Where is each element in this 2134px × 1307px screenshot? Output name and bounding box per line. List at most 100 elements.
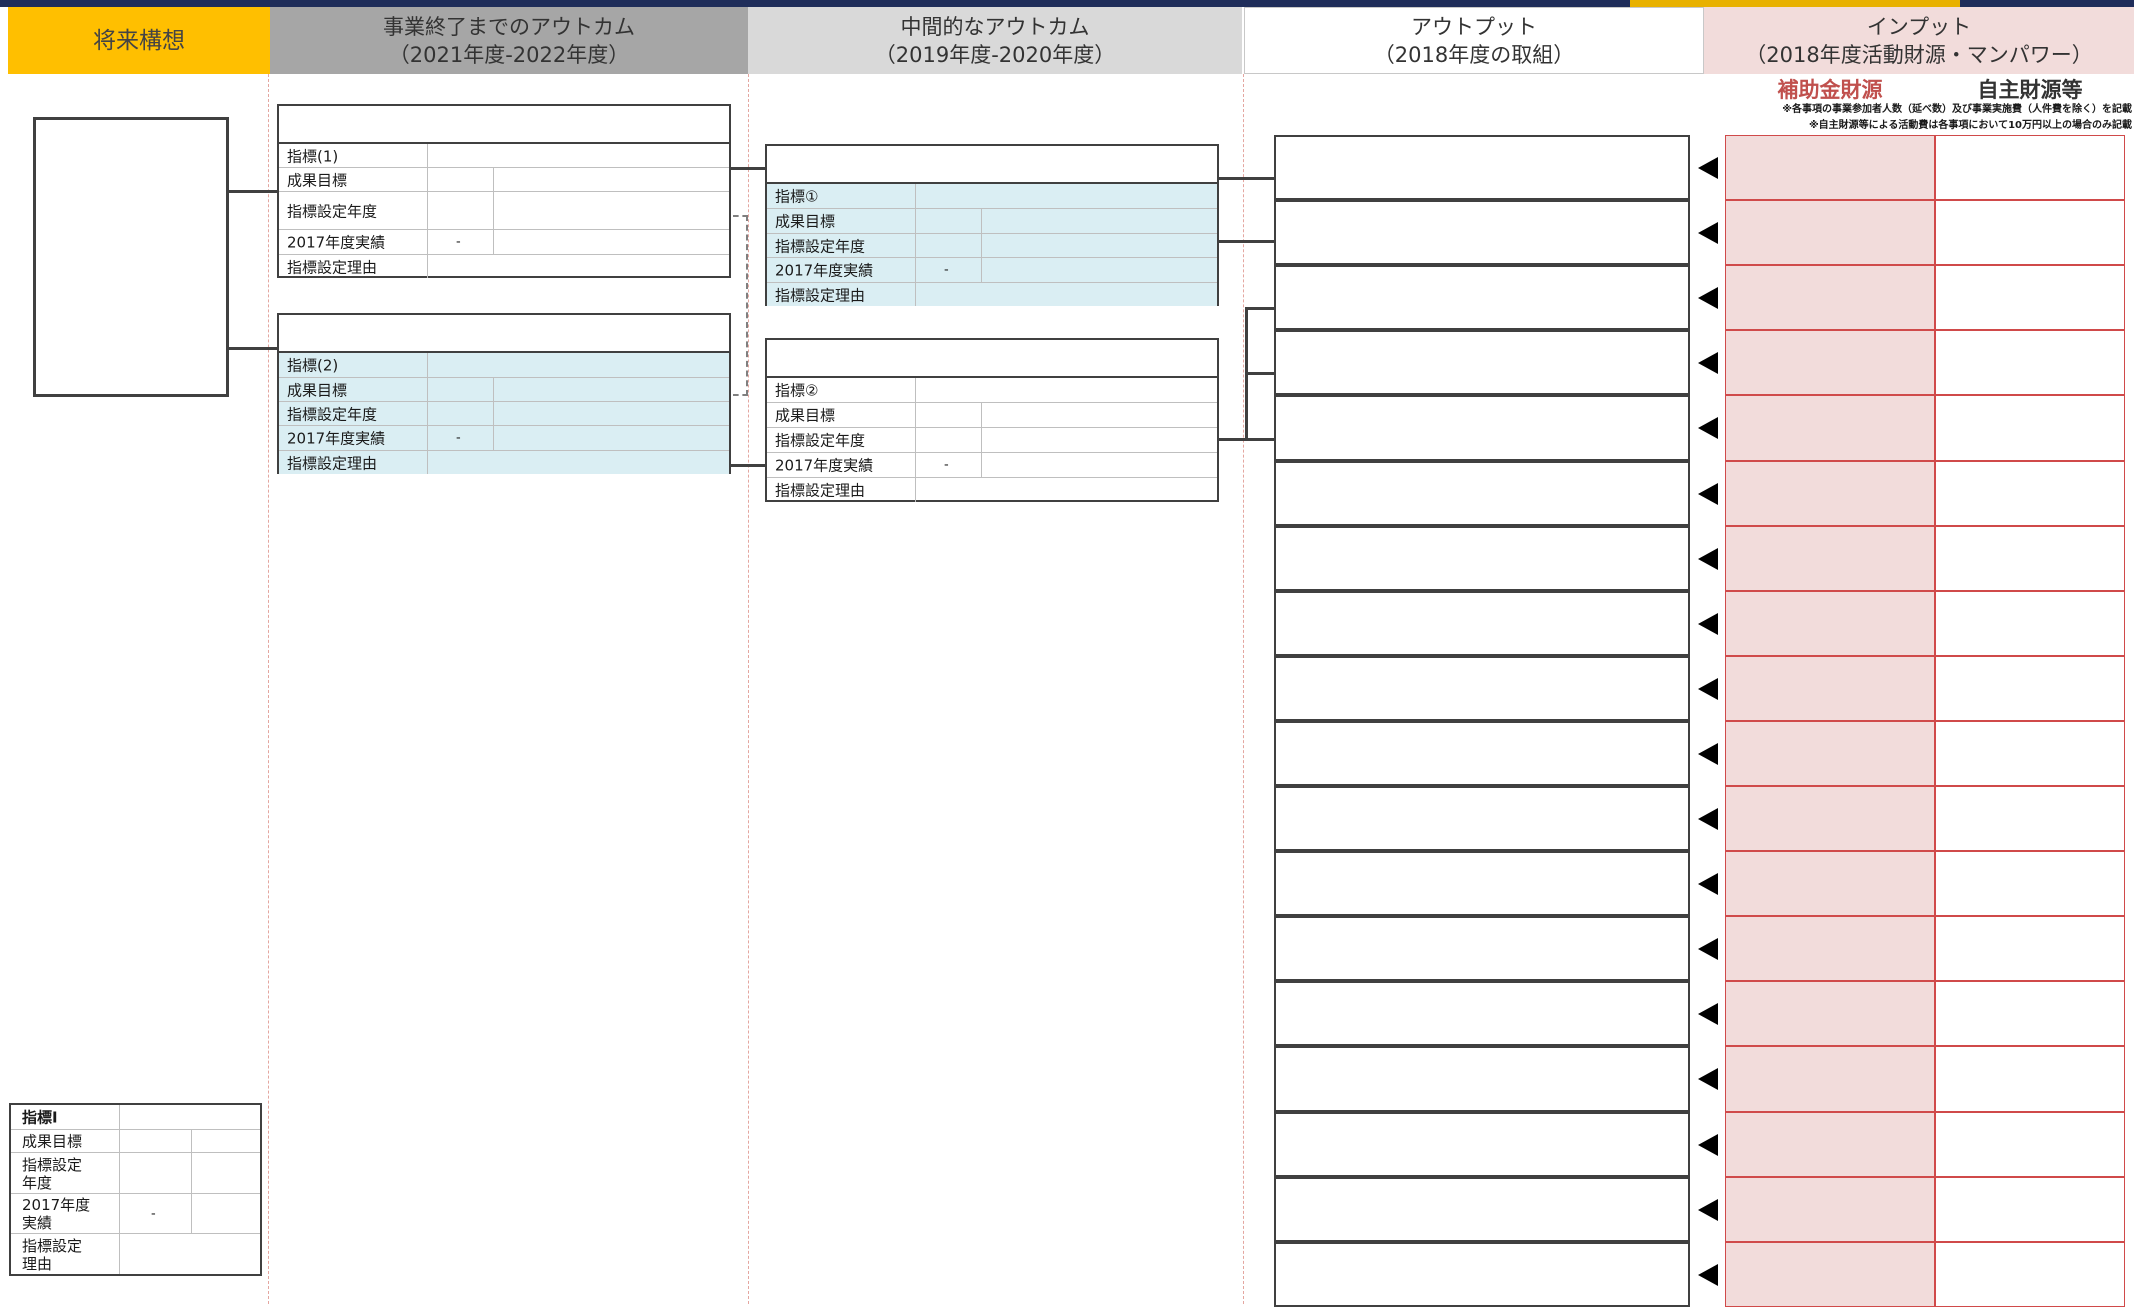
own-funds-input-cell[interactable] <box>1935 721 2125 786</box>
output-box[interactable] <box>1274 461 1690 526</box>
left-arrow-icon <box>1698 677 1718 700</box>
dashed-connector <box>733 215 748 396</box>
subsidy-input-cell[interactable] <box>1725 395 1935 461</box>
output-box[interactable] <box>1274 330 1690 395</box>
output-box[interactable] <box>1274 851 1690 916</box>
subsidy-input-cell[interactable] <box>1725 656 1935 721</box>
own-funds-input-cell[interactable] <box>1935 330 2125 395</box>
own-funds-input-cell[interactable] <box>1935 1242 2125 1307</box>
own-funds-input-cell[interactable] <box>1935 591 2125 656</box>
subsidy-input-cell[interactable] <box>1725 851 1935 916</box>
output-box[interactable] <box>1274 981 1690 1046</box>
subsidy-input-cell[interactable] <box>1725 916 1935 981</box>
indicator-label: 指標② <box>775 381 819 400</box>
reason-row: 指標設定理由 <box>279 254 729 278</box>
actual-value: - <box>456 430 461 446</box>
output-box[interactable] <box>1274 265 1690 330</box>
reason-label-line1: 指標設定 <box>22 1237 83 1255</box>
reason-row: 指標設定理由 <box>279 450 729 474</box>
subsidy-input-cell[interactable] <box>1725 330 1935 395</box>
own-funds-input-cell[interactable] <box>1935 1046 2125 1112</box>
year-label: 指標設定年度 <box>775 431 866 450</box>
own-funds-input-cell[interactable] <box>1935 916 2125 981</box>
output-box[interactable] <box>1274 395 1690 461</box>
mid-outcome-title-input[interactable] <box>767 146 1217 184</box>
left-arrow-icon <box>1698 807 1718 830</box>
left-arrow-icon <box>1698 1068 1718 1090</box>
left-arrow-icon <box>1698 547 1718 570</box>
vision-box[interactable] <box>33 117 229 397</box>
header-final-outcome-period: （2021年度-2022年度） <box>388 42 630 67</box>
subsidy-input-cell[interactable] <box>1725 591 1935 656</box>
cell-divider <box>981 453 982 477</box>
header-mid-outcome-title: 中間的なアウトカム <box>900 14 1090 39</box>
column-divider <box>748 74 749 1304</box>
own-funds-input-cell[interactable] <box>1935 786 2125 851</box>
year-row: 指標設定年度 <box>279 191 729 229</box>
mid-outcome-title-input[interactable] <box>767 340 1217 378</box>
subsidy-input-cell[interactable] <box>1725 786 1935 851</box>
header-vision: 将来構想 <box>8 7 270 74</box>
own-funds-input-cell[interactable] <box>1935 981 2125 1046</box>
connector-line <box>229 347 277 350</box>
output-box[interactable] <box>1274 1242 1690 1307</box>
subsidy-input-cell[interactable] <box>1725 981 1935 1046</box>
subsidy-input-cell[interactable] <box>1725 721 1935 786</box>
cell-divider <box>915 453 916 477</box>
output-box[interactable] <box>1274 786 1690 851</box>
own-funds-input-cell[interactable] <box>1935 135 2125 200</box>
subsidy-input-cell[interactable] <box>1725 1046 1935 1112</box>
subsidy-input-cell[interactable] <box>1725 1112 1935 1177</box>
output-box[interactable] <box>1274 526 1690 591</box>
output-box[interactable] <box>1274 591 1690 656</box>
output-box[interactable] <box>1274 1046 1690 1112</box>
output-box[interactable] <box>1274 721 1690 786</box>
final-outcome-title-input[interactable] <box>279 315 729 353</box>
output-box[interactable] <box>1274 1177 1690 1242</box>
subsidy-input-cell[interactable] <box>1725 1242 1935 1307</box>
subsidy-input-cell[interactable] <box>1725 200 1935 265</box>
cell-divider <box>981 428 982 452</box>
subsidy-input-cell[interactable] <box>1725 526 1935 591</box>
subsidy-input-cell[interactable] <box>1725 265 1935 330</box>
left-arrow-icon <box>1698 1002 1718 1025</box>
cell-divider <box>119 1194 120 1233</box>
cell-divider <box>191 1153 192 1193</box>
output-box[interactable] <box>1274 656 1690 721</box>
year-label: 指標設定年度 <box>775 237 866 255</box>
cell-divider <box>119 1105 120 1129</box>
output-box[interactable] <box>1274 916 1690 981</box>
header-output-period: （2018年度の取組） <box>1373 42 1575 67</box>
output-box[interactable] <box>1274 135 1690 200</box>
own-funds-input-cell[interactable] <box>1935 526 2125 591</box>
own-funds-input-cell[interactable] <box>1935 656 2125 721</box>
own-funds-input-cell[interactable] <box>1935 200 2125 265</box>
left-arrow-icon <box>1698 286 1718 309</box>
own-funds-input-cell[interactable] <box>1935 851 2125 916</box>
own-funds-input-cell[interactable] <box>1935 461 2125 526</box>
cell-divider <box>119 1234 120 1274</box>
output-box[interactable] <box>1274 1112 1690 1177</box>
left-arrow-icon <box>1698 417 1718 439</box>
cell-divider <box>981 258 982 282</box>
output-box[interactable] <box>1274 200 1690 265</box>
target-label: 成果目標 <box>22 1132 83 1151</box>
subsidy-input-cell[interactable] <box>1725 135 1935 200</box>
connector-line <box>731 464 765 467</box>
final-outcome-title-input[interactable] <box>279 106 729 144</box>
own-funds-input-cell[interactable] <box>1935 1177 2125 1242</box>
header-mid-outcome: 中間的なアウトカム （2019年度-2020年度） <box>748 7 1242 74</box>
connector-line <box>1245 372 1274 375</box>
subsidy-input-cell[interactable] <box>1725 461 1935 526</box>
left-arrow-icon <box>1698 872 1718 895</box>
own-funds-input-cell[interactable] <box>1935 1112 2125 1177</box>
vision-indicator-table: 指標Ⅰ 成果目標 指標設定 年度 2017年度 実績 - 指標設定 理由 <box>9 1103 262 1276</box>
own-funds-input-cell[interactable] <box>1935 265 2125 330</box>
actual-label: 2017年度 実績 <box>22 1196 90 1232</box>
cell-divider <box>427 192 428 229</box>
own-funds-input-cell[interactable] <box>1935 395 2125 461</box>
actual-row: 2017年度実績 - <box>279 229 729 254</box>
subsidy-input-cell[interactable] <box>1725 1177 1935 1242</box>
cell-divider <box>191 1194 192 1233</box>
mid-outcome-card-2: 指標② 成果目標 指標設定年度 2017年度実績 - 指標設定理由 <box>765 338 1219 502</box>
